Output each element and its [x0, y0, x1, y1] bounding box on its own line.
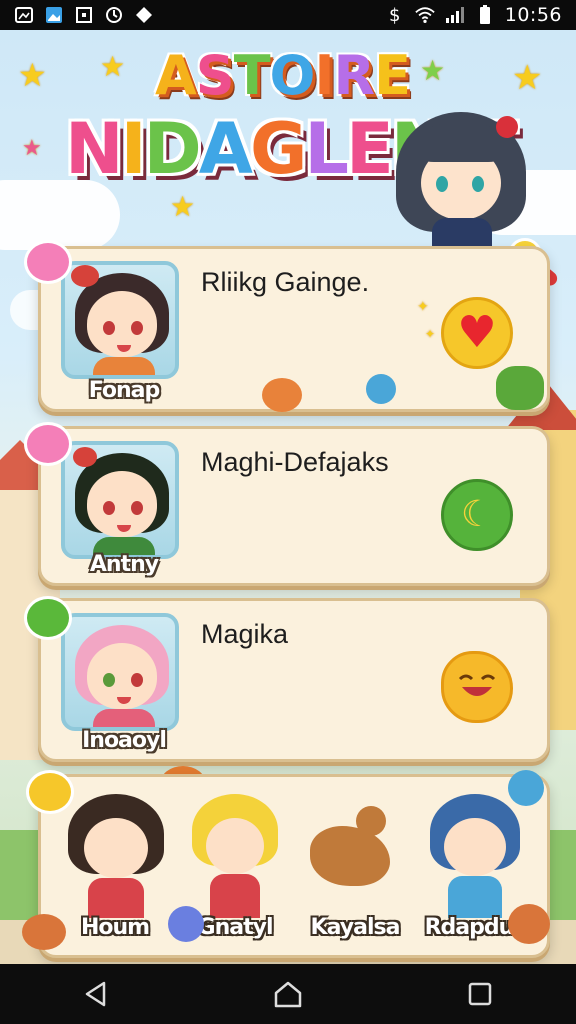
mascot-character: [396, 112, 526, 252]
card-title: Rliikg Gainge.: [201, 267, 370, 297]
character-card[interactable]: Inoaoyl Magika: [38, 598, 550, 762]
star-icon: ★: [512, 58, 543, 98]
roster-character[interactable]: Kayalsa: [300, 790, 410, 940]
orange-blob-icon: [22, 914, 66, 950]
square-icon: [74, 5, 94, 25]
character-portrait: [61, 441, 179, 559]
like-button[interactable]: ♥: [441, 297, 513, 369]
home-button[interactable]: [268, 974, 308, 1014]
logo-letter: R: [333, 44, 376, 107]
roster-name: Houm: [80, 915, 150, 940]
card-title: Magika: [201, 619, 289, 649]
wifi-icon: [415, 5, 435, 25]
star-icon: ★: [420, 54, 446, 87]
orange-blob-icon: [262, 378, 302, 412]
logo-letter: L: [304, 108, 349, 190]
clock: 10:56: [504, 4, 562, 26]
logo-letter: A: [155, 44, 197, 107]
refresh-icon: [104, 5, 124, 25]
sparkle-icon: ✦: [417, 299, 429, 315]
navigation-bar: [0, 964, 576, 1024]
roster-character[interactable]: Houm: [60, 790, 170, 940]
logo-letter: E: [346, 108, 394, 190]
smile-face-icon: [458, 674, 496, 696]
dollar-icon: $: [389, 4, 401, 26]
recents-button[interactable]: [460, 974, 500, 1014]
signal-icon: [445, 5, 465, 25]
roster-name: Kayalsa: [310, 915, 401, 940]
orange-blob-icon: [508, 904, 550, 944]
emote-button[interactable]: [441, 651, 513, 723]
back-icon: [85, 981, 106, 1007]
character-name: Inoaoyl: [82, 728, 167, 753]
logo-letter: T: [233, 44, 271, 107]
green-blob-icon: [496, 366, 544, 410]
cloud: [0, 180, 120, 250]
status-right-icons: $ 10:56: [385, 4, 562, 26]
card-title: Maghi-Defajaks: [201, 447, 389, 477]
gallery-icon: [14, 5, 34, 25]
character-portrait: [61, 613, 179, 731]
logo-letter: O: [269, 44, 316, 107]
banana-icon: ☾: [460, 494, 494, 535]
game-scene: ★ ★ ★ ★ ★ ★ ASTOIRE NIDAGLENIT Fonap Rli…: [0, 30, 576, 964]
logo-letter: I: [314, 44, 334, 107]
back-button[interactable]: [76, 974, 116, 1014]
logo-letter: D: [143, 108, 202, 190]
character-card[interactable]: Antny Maghi-Defajaks ☾: [38, 426, 550, 586]
banana-button[interactable]: ☾: [441, 479, 513, 551]
recents-icon: [468, 982, 492, 1006]
pink-blob-icon: [24, 422, 72, 466]
star-icon: ★: [170, 190, 196, 223]
diamond-icon: [134, 5, 154, 25]
green-blob-icon: [24, 596, 72, 640]
pink-blob-icon: [24, 240, 72, 284]
photo-icon: [44, 5, 64, 25]
logo-letter: N: [65, 108, 124, 190]
logo-title-top: ASTOIRE: [155, 44, 411, 107]
logo-letter: G: [249, 108, 307, 190]
status-bar: $ 10:56: [0, 0, 576, 30]
star-icon: ★: [18, 56, 47, 94]
character-name: Fonap: [88, 378, 161, 403]
star-icon: ★: [22, 136, 42, 161]
ribbon-icon: [366, 374, 396, 404]
blue-orb-icon: [168, 906, 204, 942]
star-icon: ★: [100, 50, 126, 83]
logo-letter: S: [195, 44, 235, 107]
logo-letter: A: [198, 108, 253, 190]
character-name: Antny: [89, 552, 159, 577]
logo-letter: E: [374, 44, 411, 107]
sparkle-icon: ✦: [425, 327, 436, 341]
battery-icon: [475, 5, 495, 25]
character-portrait: [61, 261, 179, 379]
logo-letter: I: [120, 108, 147, 190]
heart-icon: ♥: [457, 307, 497, 358]
home-icon: [274, 981, 302, 1008]
status-left-icons: [14, 5, 154, 25]
